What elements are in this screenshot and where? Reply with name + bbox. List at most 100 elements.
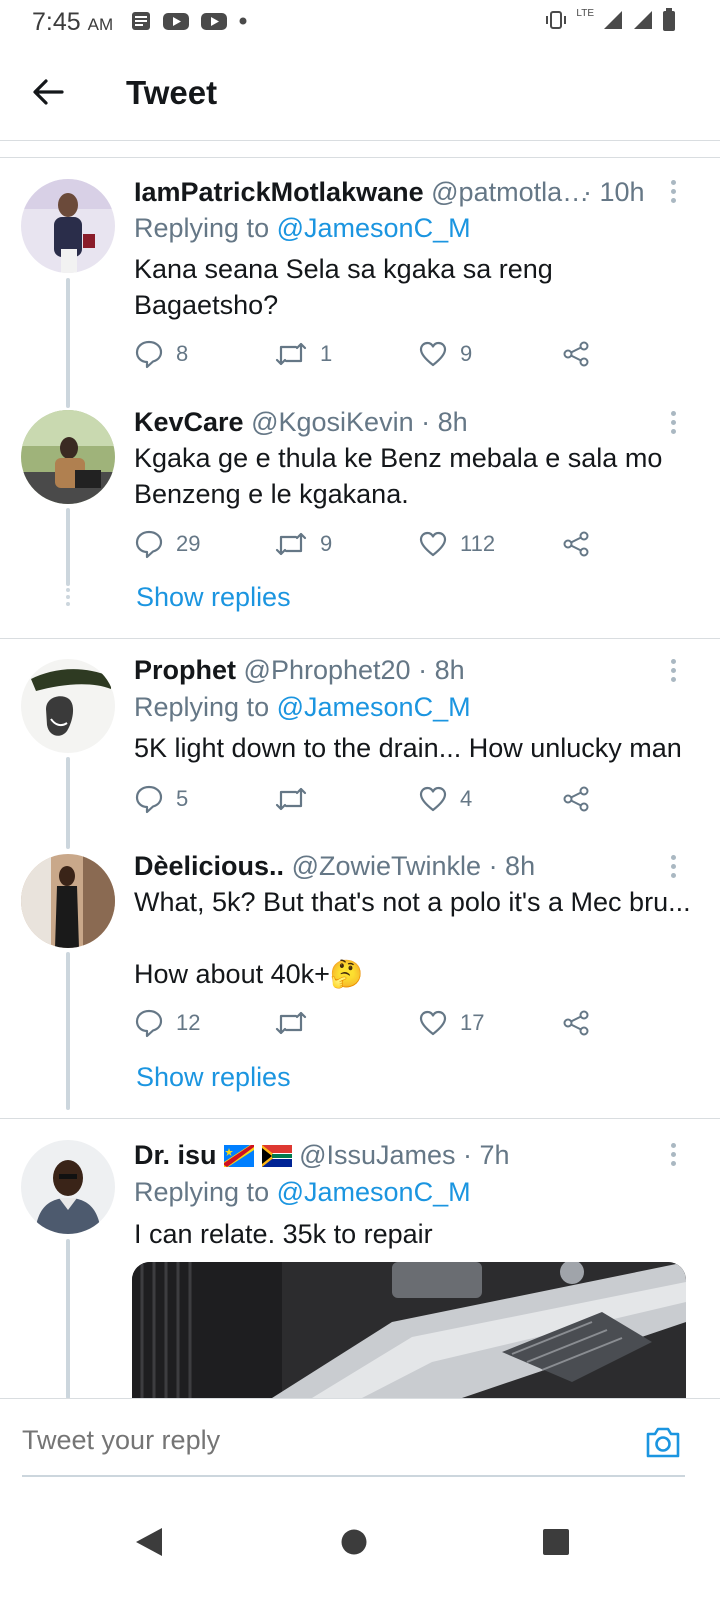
replying-to: Replying to @JamesonC_M [134, 1177, 471, 1207]
lte-label: LTE [576, 8, 594, 19]
show-replies-link[interactable]: Show replies [136, 582, 291, 613]
like-button[interactable]: 4 [418, 784, 472, 814]
share-icon [563, 1010, 589, 1036]
tweet-actions: 8 1 9 [134, 339, 604, 373]
reply-bar [0, 1398, 720, 1498]
more-options-icon[interactable] [668, 659, 678, 685]
tweet-header: KevCare @KgosiKevin · 8h [134, 405, 680, 439]
share-button[interactable] [561, 784, 591, 814]
author-handle[interactable]: @Phrophet20 [244, 655, 411, 685]
reply-icon [135, 340, 163, 369]
tweet-text: How about 40k+🤔 [134, 959, 364, 989]
tweet-image[interactable] [132, 1262, 686, 1398]
author-handle[interactable]: @patmotla… [431, 177, 589, 207]
tweet-time: · 10h [583, 177, 645, 207]
more-options-icon[interactable] [668, 855, 678, 881]
tweet-actions: 12 17 [134, 1008, 604, 1042]
like-count: 112 [460, 531, 496, 556]
tweet-text: Kgaka ge e thula ke Benz mebala e sala m… [134, 443, 663, 509]
reply-button[interactable]: 8 [134, 339, 188, 369]
flag-drc-icon [224, 1145, 255, 1167]
show-replies-link[interactable]: Show replies [136, 1062, 291, 1093]
tweet-time: · 8h [418, 655, 465, 685]
share-button[interactable] [561, 339, 591, 369]
heart-icon [419, 1010, 447, 1036]
tweet-actions: 5 4 [134, 784, 604, 818]
signal-icon [634, 11, 652, 29]
divider [0, 638, 720, 639]
tweet-text: 5K light down to the drain... How unluck… [134, 733, 682, 763]
camera-icon[interactable] [644, 1425, 682, 1459]
replying-to: Replying to @JamesonC_M [134, 692, 471, 722]
reply-button[interactable]: 29 [134, 529, 200, 559]
retweet-button[interactable] [274, 784, 320, 814]
retweet-icon [275, 1011, 307, 1035]
like-button[interactable]: 112 [418, 529, 495, 559]
author-handle[interactable]: @ZowieTwinkle [292, 851, 481, 881]
nav-recents-icon[interactable] [542, 1526, 570, 1558]
status-bar: 7:45 AM LTE [0, 0, 720, 46]
retweet-count: 1 [320, 341, 333, 366]
avatar[interactable] [21, 179, 115, 273]
more-options-icon[interactable] [668, 180, 678, 206]
reply-icon [135, 785, 163, 814]
retweet-icon [275, 532, 307, 556]
tweet-actions: 29 9 112 [134, 529, 604, 563]
reply-count: 29 [176, 531, 201, 556]
retweet-button[interactable]: 9 [274, 529, 332, 559]
author-name[interactable]: Dr. isu [134, 1140, 217, 1170]
tweet-header: Prophet @Phrophet20 · 8h [134, 653, 680, 687]
author-handle[interactable]: @IssuJames [299, 1140, 455, 1170]
like-count: 17 [460, 1010, 485, 1035]
author-name[interactable]: KevCare [134, 407, 244, 437]
heart-icon [419, 531, 447, 557]
tweet-time: · 8h [488, 851, 536, 881]
nav-back-icon[interactable] [134, 1526, 164, 1558]
reply-count: 8 [176, 341, 189, 366]
share-button[interactable] [561, 529, 591, 559]
reply-button[interactable]: 12 [134, 1008, 200, 1038]
thread-line [66, 1239, 70, 1399]
like-button[interactable]: 9 [418, 339, 472, 369]
tweet-time: · 7h [463, 1140, 510, 1170]
thread-continuation-dots [65, 1070, 71, 1091]
more-options-icon[interactable] [668, 1143, 678, 1169]
avatar[interactable] [21, 659, 115, 753]
author-name[interactable]: Dèelicious.. [134, 851, 284, 881]
tweet-header: Dèelicious.. @ZowieTwinkle · 8h [134, 849, 680, 883]
mention-link[interactable]: @JamesonC_M [277, 213, 471, 243]
system-icons: LTE [544, 8, 676, 32]
mention-link[interactable]: @JamesonC_M [277, 1177, 471, 1207]
retweet-button[interactable]: 1 [274, 339, 332, 369]
share-button[interactable] [561, 1008, 591, 1038]
vibrate-icon [546, 11, 567, 29]
thread-line [66, 278, 70, 408]
reply-button[interactable]: 5 [134, 784, 188, 814]
avatar[interactable] [21, 1140, 115, 1234]
reply-input[interactable] [22, 1425, 622, 1456]
reply-icon [135, 530, 163, 559]
tweet-time: · 8h [421, 407, 468, 437]
author-name[interactable]: Prophet [134, 655, 236, 685]
thread-line [66, 757, 70, 849]
like-button[interactable]: 17 [418, 1008, 484, 1038]
retweet-icon [275, 342, 307, 366]
share-icon [563, 786, 589, 812]
author-name[interactable]: IamPatrickMotlakwane [134, 177, 424, 207]
youtube-notification-icon [163, 13, 189, 30]
mention-link[interactable]: @JamesonC_M [277, 692, 471, 722]
avatar[interactable] [21, 410, 115, 504]
arrow-left-icon[interactable] [30, 74, 66, 110]
signal-icon [604, 11, 622, 29]
reply-icon [135, 1009, 163, 1038]
replying-to: Replying to @JamesonC_M [134, 213, 471, 243]
retweet-button[interactable] [274, 1008, 320, 1038]
avatar[interactable] [21, 854, 115, 948]
news-notification-icon [132, 12, 150, 30]
more-options-icon[interactable] [668, 411, 678, 437]
retweet-icon [275, 787, 307, 811]
author-handle[interactable]: @KgosiKevin [251, 407, 414, 437]
app-header: Tweet [0, 46, 720, 141]
tweet-text: What, 5k? But that's not a polo it's a M… [134, 887, 690, 917]
nav-home-icon[interactable] [340, 1526, 368, 1558]
